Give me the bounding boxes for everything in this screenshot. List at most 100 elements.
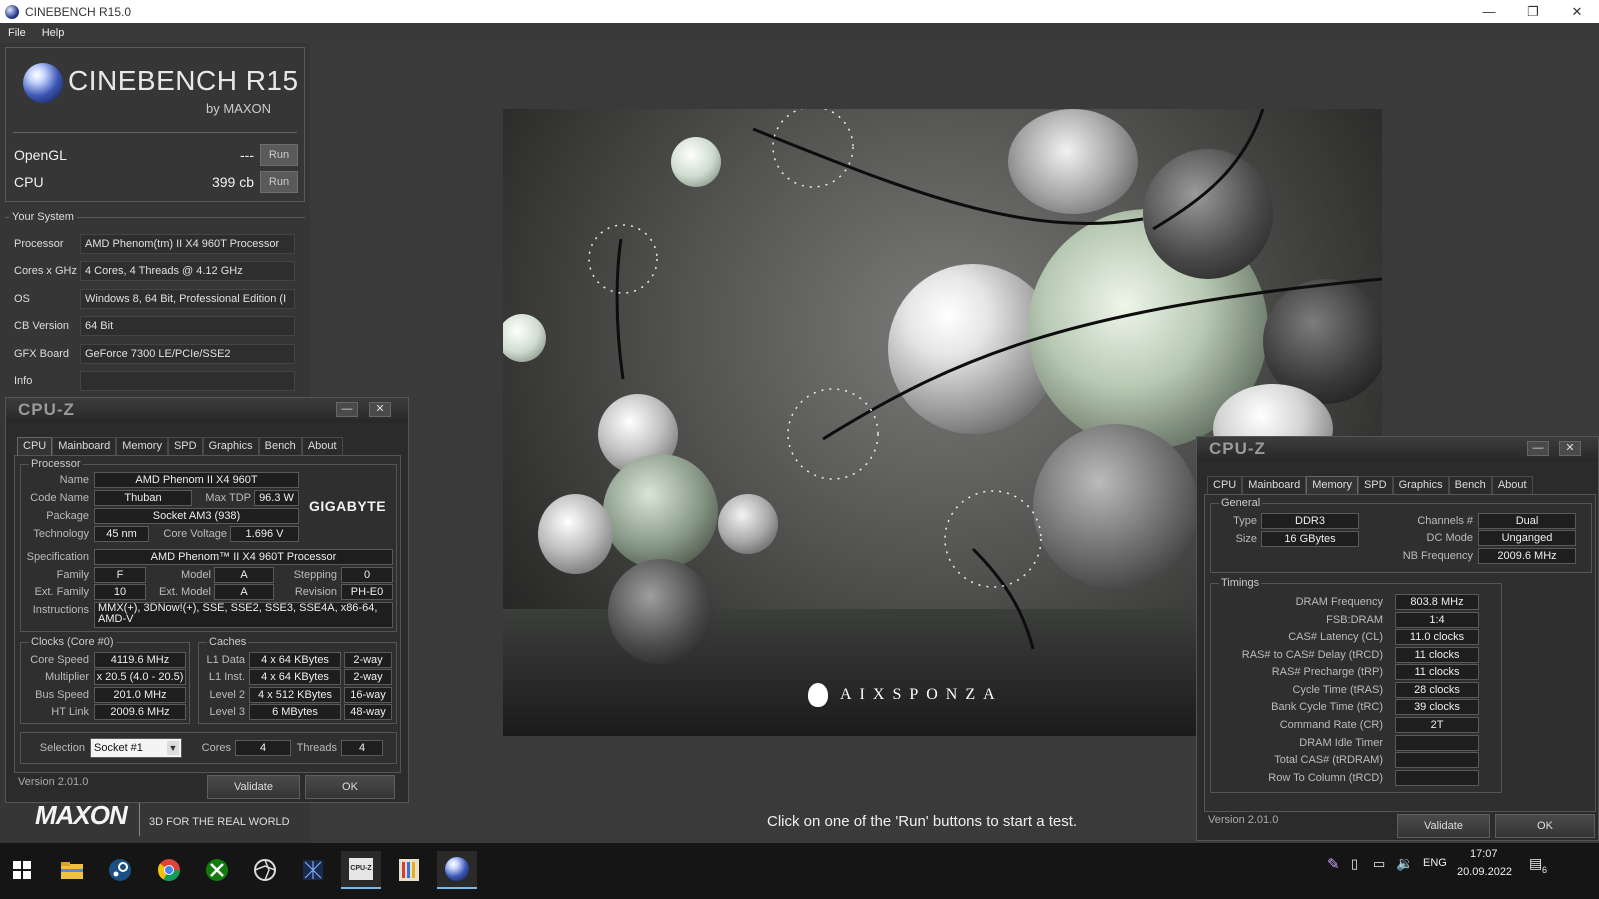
system-value[interactable]: 4 Cores, 4 Threads @ 4.12 GHz [80,261,295,281]
channels-field[interactable]: Dual [1478,513,1576,529]
memory-size-field[interactable]: 16 GBytes [1261,531,1359,547]
network-icon[interactable]: ▭ [1373,856,1385,872]
cores-field[interactable]: 4 [235,740,291,756]
cache-size-field[interactable]: 6 MBytes [249,704,341,720]
tab-graphics[interactable]: Graphics [1392,476,1449,494]
timing-value[interactable]: 1:4 [1395,612,1479,628]
opengl-run-button[interactable]: Run [260,144,298,166]
system-value[interactable] [80,371,295,391]
menu-help[interactable]: Help [34,27,73,39]
timing-value[interactable]: 2T [1395,717,1479,733]
max-tdp-field[interactable]: 96.3 W [254,490,299,506]
tab-about[interactable]: About [1491,476,1533,494]
xbox-icon[interactable] [197,851,237,889]
validate-button[interactable]: Validate [207,775,300,799]
steam-icon[interactable] [100,851,140,889]
system-value[interactable]: AMD Phenom(tm) II X4 960T Processor [80,234,295,254]
validate-button[interactable]: Validate [1397,814,1490,838]
start-button[interactable] [2,851,42,889]
multiplier-field[interactable]: x 20.5 (4.0 - 20.5) [94,669,186,685]
stepping-field[interactable]: 0 [341,567,393,583]
core-voltage-field[interactable]: 1.696 V [230,526,299,542]
ext-model-field[interactable]: A [214,584,274,600]
chevron-down-icon[interactable]: ▼ [167,741,179,755]
clock-date[interactable]: 20.09.2022 [1457,866,1512,878]
tab-spd[interactable]: SPD [167,437,203,455]
cache-size-field[interactable]: 4 x 512 KBytes [249,687,341,703]
file-explorer-icon[interactable] [52,851,92,889]
specification-field[interactable]: AMD Phenom™ II X4 960T Processor [94,549,393,565]
language-indicator[interactable]: ENG [1423,857,1447,869]
volume-icon[interactable]: 🔉 [1396,855,1413,872]
timing-value[interactable]: 39 clocks [1395,699,1479,715]
battery-icon[interactable]: ▯ [1351,856,1358,872]
ok-button[interactable]: OK [305,775,395,799]
pen-icon[interactable]: ✎ [1327,855,1340,873]
cache-way-field[interactable]: 16-way [344,687,392,703]
tab-mainboard[interactable]: Mainboard [1242,476,1307,494]
notes-app-icon[interactable] [389,851,429,889]
ok-button[interactable]: OK [1495,814,1595,838]
dc-mode-field[interactable]: Unganged [1478,530,1576,546]
notifications-icon[interactable]: ▤ [1529,855,1542,872]
nb-frequency-field[interactable]: 2009.6 MHz [1478,548,1576,564]
cpuz-taskbar-icon[interactable]: CPU-Z [341,851,381,889]
timing-value[interactable]: 11 clocks [1395,647,1479,663]
technology-field[interactable]: 45 nm [94,526,149,542]
chrome-icon[interactable] [149,851,189,889]
tab-cpu[interactable]: CPU [1207,476,1243,494]
tab-cpu[interactable]: CPU [17,437,53,455]
cpu-name-field[interactable]: AMD Phenom II X4 960T [94,472,299,488]
ext-family-field[interactable]: 10 [94,584,146,600]
memory-type-field[interactable]: DDR3 [1261,513,1359,529]
cache-size-field[interactable]: 4 x 64 KBytes [249,652,341,668]
clock-time[interactable]: 17:07 [1470,848,1498,860]
model-field[interactable]: A [214,567,274,583]
timing-value[interactable] [1395,752,1479,768]
tab-mainboard[interactable]: Mainboard [52,437,117,455]
timing-value[interactable]: 803.8 MHz [1395,594,1479,610]
timing-value[interactable]: 11.0 clocks [1395,629,1479,645]
minimize-button[interactable]: — [1467,0,1511,23]
cache-way-field[interactable]: 48-way [344,704,392,720]
cache-way-field[interactable]: 2-way [344,669,392,685]
code-name-field[interactable]: Thuban [94,490,192,506]
package-field[interactable]: Socket AM3 (938) [94,508,299,524]
family-field[interactable]: F [94,567,146,583]
core-speed-field[interactable]: 4119.6 MHz [94,652,186,668]
system-value[interactable]: 64 Bit [80,316,295,336]
revision-field[interactable]: PH-E0 [341,584,393,600]
spider-app-icon[interactable] [293,851,333,889]
restore-button[interactable]: ❐ [1511,0,1555,23]
timing-value[interactable] [1395,770,1479,786]
cache-size-field[interactable]: 4 x 64 KBytes [249,669,341,685]
close-button[interactable]: ✕ [1555,0,1599,23]
ht-link-field[interactable]: 2009.6 MHz [94,704,186,720]
tab-bench[interactable]: Bench [1448,476,1492,494]
system-value[interactable]: GeForce 7300 LE/PCIe/SSE2 [80,344,295,364]
cpuz-close-button[interactable]: ✕ [1559,441,1581,456]
cinebench-taskbar-icon[interactable] [437,851,477,889]
tab-graphics[interactable]: Graphics [202,437,259,455]
timing-value[interactable] [1395,735,1479,751]
cpuz-minimize-button[interactable]: — [1527,441,1549,456]
cache-label: L1 Data [206,654,245,666]
cpuz-minimize-button[interactable]: — [336,402,358,417]
timing-value[interactable]: 11 clocks [1395,664,1479,680]
cpuz-close-button[interactable]: ✕ [369,402,391,417]
tab-memory[interactable]: Memory [1306,476,1358,494]
instructions-field[interactable]: MMX(+), 3DNow!(+), SSE, SSE2, SSE3, SSE4… [94,602,393,628]
menu-file[interactable]: File [0,27,34,39]
aperture-app-icon[interactable] [245,851,285,889]
tab-memory[interactable]: Memory [116,437,168,455]
system-value[interactable]: Windows 8, 64 Bit, Professional Edition … [80,289,295,309]
logo-title: CINEBENCH R15 [68,65,299,96]
tab-bench[interactable]: Bench [258,437,302,455]
timing-value[interactable]: 28 clocks [1395,682,1479,698]
cache-way-field[interactable]: 2-way [344,652,392,668]
cpu-run-button[interactable]: Run [260,171,298,193]
threads-field[interactable]: 4 [341,740,383,756]
bus-speed-field[interactable]: 201.0 MHz [94,687,186,703]
tab-spd[interactable]: SPD [1357,476,1393,494]
tab-about[interactable]: About [301,437,343,455]
